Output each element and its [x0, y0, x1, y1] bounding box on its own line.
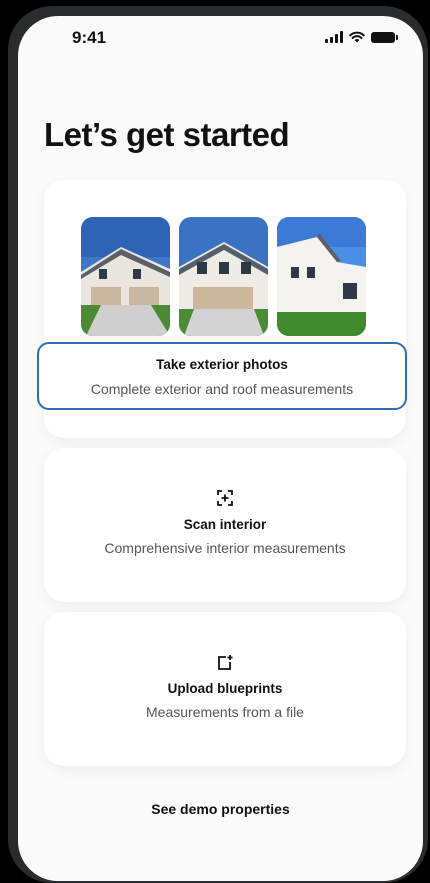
exterior-card-title: Take exterior photos: [156, 357, 288, 372]
exterior-card-subtitle: Complete exterior and roof measurements: [90, 381, 354, 397]
scan-interior-subtitle: Comprehensive interior measurements: [104, 540, 346, 556]
scan-interior-title: Scan interior: [183, 517, 267, 532]
upload-file-icon: [218, 655, 233, 670]
house-photos: [81, 217, 366, 336]
house-photo-1: [81, 217, 170, 336]
house-photo-3: [277, 217, 366, 336]
exterior-option-highlight[interactable]: Take exterior photos Complete exterior a…: [37, 342, 407, 410]
app-screen: 9:41 Let’s get started Take exterior pho…: [18, 16, 423, 881]
upload-blueprints-title: Upload blueprints: [167, 681, 283, 696]
status-icons: [325, 31, 398, 43]
status-time: 9:41: [72, 28, 107, 47]
cellular-signal-icon: [325, 31, 343, 43]
status-bar: 9:41: [18, 16, 423, 64]
scan-interior-content: Scan interior Comprehensive interior mea…: [44, 490, 406, 556]
see-demo-properties-link[interactable]: See demo properties: [18, 801, 423, 817]
upload-blueprints-content: Upload blueprints Measurements from a fi…: [44, 654, 406, 720]
page-title: Let’s get started: [44, 116, 290, 153]
exterior-photos-card[interactable]: Take exterior photos Complete exterior a…: [37, 180, 407, 438]
scan-icon: [217, 490, 233, 506]
battery-icon: [371, 31, 398, 43]
scan-interior-card[interactable]: Scan interior Comprehensive interior mea…: [44, 448, 406, 602]
upload-blueprints-subtitle: Measurements from a file: [146, 704, 304, 720]
wifi-icon: [349, 31, 365, 43]
upload-blueprints-card[interactable]: Upload blueprints Measurements from a fi…: [44, 612, 406, 766]
house-photo-2: [179, 217, 268, 336]
